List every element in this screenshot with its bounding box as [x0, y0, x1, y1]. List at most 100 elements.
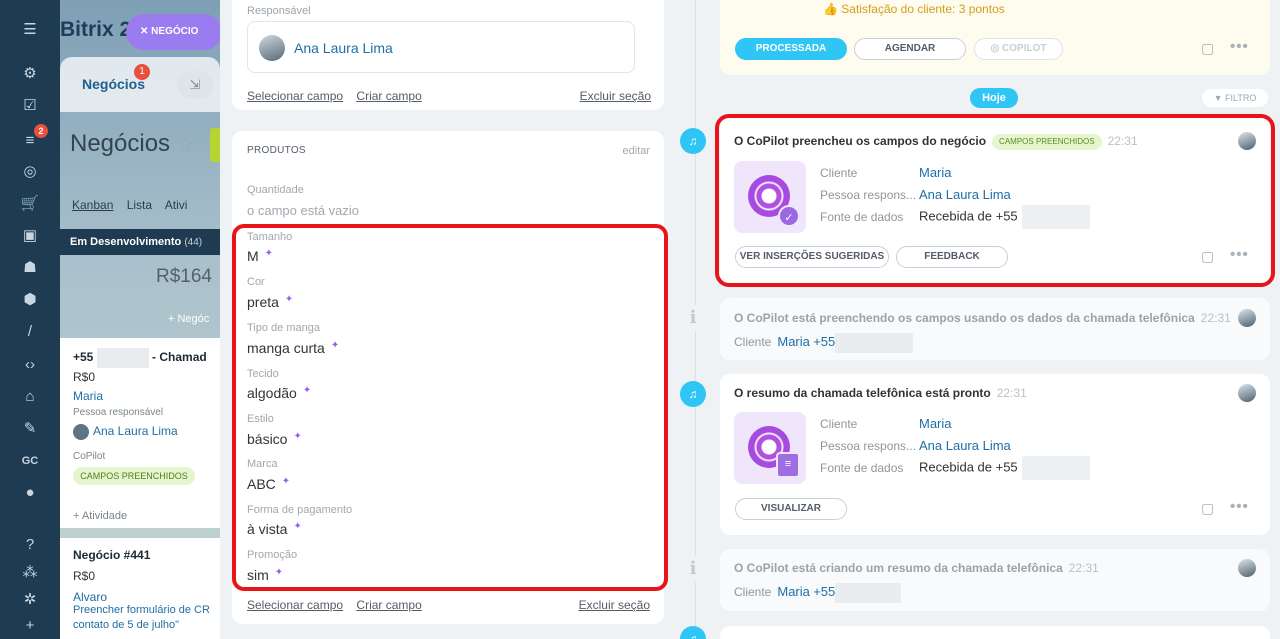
responsible-link[interactable]: Ana Laura Lima	[919, 438, 1011, 453]
client-line: Cliente Maria +55	[734, 333, 914, 353]
more-icon[interactable]: •••	[1230, 38, 1249, 55]
filter-button[interactable]: ▼ FILTRO	[1202, 89, 1268, 107]
info-icon: i	[680, 556, 706, 582]
responsible-label: Responsável	[247, 5, 311, 17]
processed-button[interactable]: PROCESSADA	[735, 38, 847, 60]
highlight-frame	[715, 114, 1275, 287]
timeline-item-title: O CoPilot está preenchendo os campos usa…	[734, 311, 1231, 325]
add-icon[interactable]: +	[20, 616, 40, 636]
filter-icon: ▼	[1213, 93, 1223, 103]
timeline-item-summary-ready: O resumo da chamada telefônica está pron…	[720, 374, 1270, 535]
settings-icon[interactable]: ✲	[20, 590, 40, 610]
circle-icon[interactable]: ●	[20, 483, 40, 503]
select-field-link[interactable]: Selecionar campo	[247, 598, 343, 612]
view-summary-button[interactable]: VISUALIZAR	[735, 498, 847, 520]
data-source-value: Recebida de +55	[919, 456, 1090, 480]
delete-section-link[interactable]: Excluir seção	[579, 598, 650, 612]
new-deal-pill[interactable]: ✕ NEGÓCIO	[126, 14, 220, 50]
analytics-icon[interactable]: /	[20, 322, 40, 342]
sites-icon[interactable]: ⚙	[20, 64, 40, 84]
document-icon: ≡	[776, 452, 800, 478]
responsible-footer: Selecionar campo Criar campo	[247, 89, 432, 103]
call-result-card: 👍 Satisfação do cliente: 3 pontos PROCES…	[720, 0, 1270, 75]
edit-section-link[interactable]: editar	[622, 145, 650, 157]
client-link[interactable]: Maria	[777, 334, 810, 349]
create-field-link[interactable]: Criar campo	[356, 89, 421, 103]
avatar	[1238, 309, 1256, 327]
section-title: PRODUTOS	[247, 145, 306, 156]
view-kanban[interactable]: Kanban	[72, 198, 113, 212]
tab-negocios[interactable]: Negócios	[82, 76, 145, 92]
copilot-timeline-icon: ♫	[680, 128, 706, 154]
code-icon[interactable]: ‹›	[20, 355, 40, 375]
view-switcher: Kanban Lista Ativi	[72, 198, 197, 212]
view-activity[interactable]: Ativi	[165, 198, 188, 212]
select-field-link[interactable]: Selecionar campo	[247, 89, 343, 103]
create-field-link[interactable]: Criar campo	[356, 598, 421, 612]
schedule-button[interactable]: AGENDAR	[854, 38, 966, 60]
tab-badge: 1	[134, 64, 150, 80]
star-icon[interactable]: ☆	[177, 134, 195, 156]
left-nav-rail: ☰ ⚙ ☑ ≡ 2 ◎ 🛒 ▣ ☗ ⬢ / ‹› ⌂ ✎ GC ● ? ⁂ ✲ …	[0, 0, 60, 639]
timeline-item-filling: O CoPilot está preenchendo os campos usa…	[720, 298, 1270, 360]
avatar	[1238, 559, 1256, 577]
bank-icon[interactable]: ⌂	[20, 387, 40, 407]
help-icon[interactable]: ?	[20, 535, 40, 555]
info-icon: i	[680, 305, 706, 331]
kanban-card[interactable]: +55 - Chamad R$0 Maria Pessoa responsáve…	[60, 338, 220, 528]
network-icon[interactable]: ⁂	[20, 563, 40, 583]
page-title: Negócios ☆	[70, 130, 195, 157]
contacts-icon[interactable]: ▣	[20, 226, 40, 246]
field-label: Quantidade	[247, 184, 304, 196]
gc-icon[interactable]: GC	[20, 451, 40, 471]
responsible-field[interactable]: Ana Laura Lima	[247, 21, 635, 73]
add-deal-link[interactable]: + Negóc	[168, 313, 209, 325]
target-icon[interactable]: ◎	[20, 162, 40, 182]
tasks-icon[interactable]: ☑	[20, 96, 40, 116]
thumbs-up-icon: 👍	[823, 2, 838, 16]
products-footer: Selecionar campo Criar campo	[247, 598, 432, 612]
more-icon[interactable]: •••	[1230, 498, 1249, 515]
copilot-image: ≡	[734, 412, 806, 484]
stage-amount: R$164	[156, 266, 212, 287]
timeline-item-title: O CoPilot está criando um resumo da cham…	[734, 561, 1099, 575]
deal-details-column: Responsável Ana Laura Lima Selecionar ca…	[220, 0, 690, 639]
highlight-frame	[232, 224, 668, 591]
note-icon[interactable]: ▢	[1201, 40, 1214, 57]
robot-icon[interactable]: ☗	[20, 258, 40, 278]
quantity-field[interactable]: o campo está vazio	[247, 203, 359, 218]
copilot-timeline-icon: ♫	[680, 381, 706, 407]
client-link[interactable]: Maria	[777, 584, 810, 599]
add-button-edge[interactable]	[210, 128, 220, 162]
responsible-name-link[interactable]: Ana Laura Lima	[294, 40, 393, 56]
client-link[interactable]: Maria	[919, 416, 952, 431]
collapse-icon[interactable]: ⇲	[177, 71, 213, 99]
kanban-stage-header: Em Desenvolvimento (44)	[60, 229, 220, 255]
sign-icon[interactable]: ✎	[20, 419, 40, 439]
view-list[interactable]: Lista	[127, 198, 152, 212]
card-client-link[interactable]: Maria	[73, 389, 103, 403]
timeline-item-title: O resumo da chamada telefônica está pron…	[734, 386, 1027, 400]
add-activity-link[interactable]: + Atividade	[73, 510, 127, 522]
avatar	[73, 424, 89, 440]
timeline-item-next	[720, 626, 1270, 639]
client-line: Cliente Maria +55	[734, 583, 902, 603]
kanban-card[interactable]: Negócio #441 R$0 Alvaro Preencher formul…	[60, 538, 220, 639]
card-client-link[interactable]: Alvaro	[73, 590, 107, 604]
delete-section-link[interactable]: Excluir seção	[580, 89, 651, 103]
timeline-column: 👍 Satisfação do cliente: 3 pontos PROCES…	[680, 0, 1280, 639]
copilot-timeline-icon: ♫	[680, 626, 706, 639]
satisfaction-text: 👍 Satisfação do cliente: 3 pontos	[823, 2, 1005, 16]
menu-icon[interactable]: ☰	[20, 20, 40, 40]
avatar	[1238, 384, 1256, 402]
avatar	[259, 35, 285, 61]
copilot-button[interactable]: ◎ COPILOT	[974, 38, 1063, 60]
note-icon[interactable]: ▢	[1201, 500, 1214, 517]
box-icon[interactable]: ⬢	[20, 290, 40, 310]
rail-notification-badge: 2	[34, 124, 48, 138]
status-badge: CAMPOS PREENCHIDOS	[73, 467, 195, 485]
crm-background-page: Bitrix 24 ✕ NEGÓCIO Negócios 1 ⇲ Negócio…	[60, 0, 220, 639]
cart-icon[interactable]: 🛒	[20, 194, 40, 214]
today-badge: Hoje	[970, 88, 1018, 108]
timeline-item-creating-summary: O CoPilot está criando um resumo da cham…	[720, 549, 1270, 611]
